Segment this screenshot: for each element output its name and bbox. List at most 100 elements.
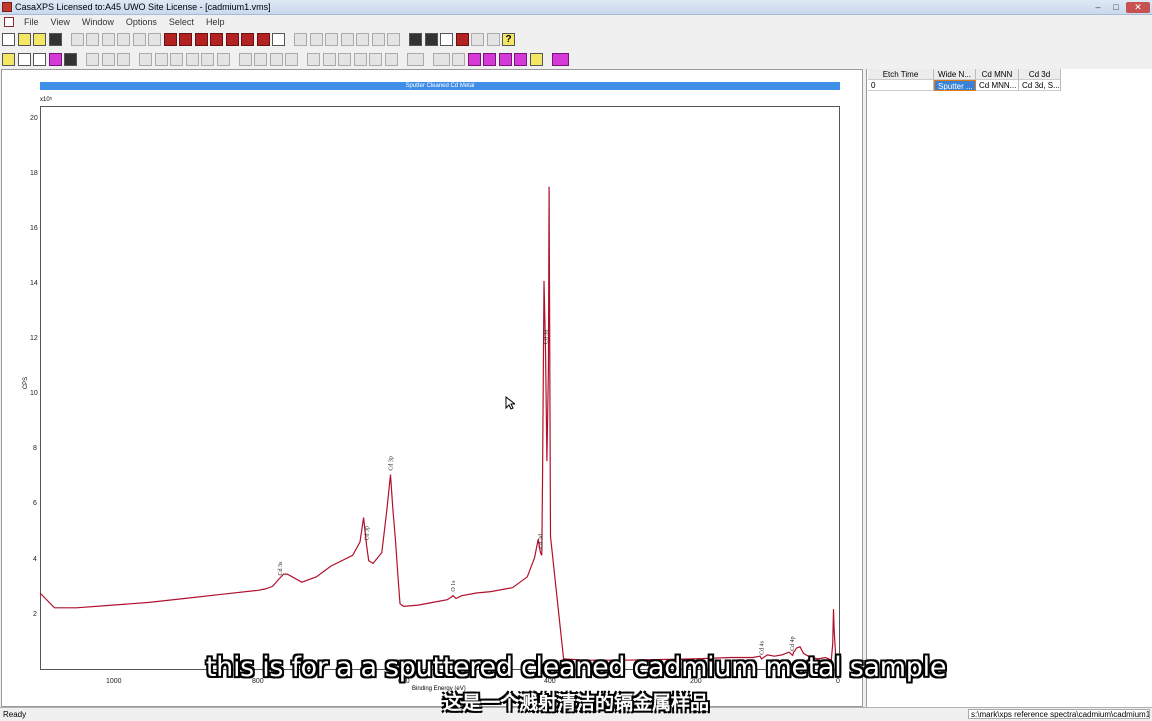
- peak-label: Cd 3d: [538, 534, 544, 549]
- peak-fit-3-icon[interactable]: [498, 52, 512, 66]
- contract-x-icon[interactable]: [185, 52, 199, 66]
- calculator-icon[interactable]: [409, 32, 422, 46]
- header-cd-3d[interactable]: Cd 3d: [1019, 69, 1061, 80]
- peak-mark-icon[interactable]: [238, 52, 252, 66]
- frame-icon[interactable]: [33, 52, 46, 66]
- cell-etch-time[interactable]: 0: [868, 80, 934, 91]
- copy-icon[interactable]: [70, 32, 84, 46]
- peak-label: Cd 3p: [389, 456, 395, 471]
- fit-step-icon[interactable]: [452, 52, 465, 66]
- layout-4-icon[interactable]: [369, 52, 382, 66]
- layout-3-icon[interactable]: [353, 52, 367, 66]
- color-icon[interactable]: [48, 52, 62, 66]
- menu-help[interactable]: Help: [200, 17, 231, 27]
- header-cd-mnn[interactable]: Cd MNN: [976, 69, 1019, 80]
- open-folder-icon[interactable]: [33, 32, 46, 46]
- save-icon[interactable]: [48, 32, 62, 46]
- zoom-out-icon[interactable]: [101, 52, 115, 66]
- minimize-button[interactable]: –: [1090, 2, 1106, 13]
- energy-scale-icon[interactable]: [269, 52, 283, 66]
- monitor-icon[interactable]: [424, 32, 438, 46]
- options-icon[interactable]: [486, 32, 500, 46]
- menu-file[interactable]: File: [18, 17, 45, 27]
- tile-window-icon[interactable]: [294, 32, 307, 46]
- draw-line-icon[interactable]: [356, 32, 369, 46]
- clipboard-icon[interactable]: [132, 32, 146, 46]
- help-icon[interactable]: ?: [502, 32, 515, 46]
- menu-select[interactable]: Select: [163, 17, 200, 27]
- cell-cd-mnn[interactable]: Cd MNN...: [976, 80, 1019, 91]
- display-icon[interactable]: [64, 52, 77, 66]
- paste-special-icon[interactable]: [117, 32, 130, 46]
- scroll-down-icon[interactable]: [216, 52, 230, 66]
- copy-all-icon[interactable]: [86, 32, 99, 46]
- peak-label: Cd 3s: [278, 561, 284, 576]
- subtitle-chinese: 这是一个溅射清洁的镉金属样品: [442, 692, 709, 714]
- annotation-icon[interactable]: [256, 32, 270, 46]
- spectrum-panel[interactable]: Sputter Cleaned Cd Metal x10⁵ CPS 20 18 …: [1, 69, 863, 707]
- window-title: CasaXPS Licensed to:A45 UWO Site License…: [15, 2, 271, 12]
- tile-icon[interactable]: [17, 52, 31, 66]
- new-file-icon[interactable]: [2, 32, 15, 46]
- offset-icon[interactable]: [340, 32, 354, 46]
- menu-bar: File View Window Options Select Help: [0, 15, 1152, 28]
- scroll-right-icon[interactable]: [154, 52, 168, 66]
- peak-fit-2-icon[interactable]: [483, 52, 496, 66]
- component-icon[interactable]: [514, 52, 527, 66]
- print-preview-icon[interactable]: [179, 32, 192, 46]
- layout-2-icon[interactable]: [338, 52, 351, 66]
- select-tile-icon[interactable]: [2, 52, 15, 66]
- view-toolbar: [2, 50, 571, 68]
- region-icon[interactable]: [551, 52, 569, 66]
- export-icon[interactable]: [194, 32, 208, 46]
- report-all-icon[interactable]: [241, 32, 254, 46]
- spectrum-line: [39, 186, 841, 668]
- document-icon[interactable]: [4, 16, 14, 27]
- processing-icon[interactable]: [471, 32, 484, 46]
- paste-icon[interactable]: [101, 32, 115, 46]
- cell-wide-selected[interactable]: Sputter ...: [934, 80, 976, 91]
- scroll-up-icon[interactable]: [201, 52, 214, 66]
- zoom-x-icon[interactable]: [117, 52, 130, 66]
- peak-fit-icon[interactable]: [467, 52, 481, 66]
- peak-list-icon[interactable]: [254, 52, 267, 66]
- experiment-browser: Etch Time Wide N... Cd MNN Cd 3d 0 Sputt…: [866, 69, 1152, 707]
- report-icon[interactable]: [225, 32, 239, 46]
- log-scale-icon[interactable]: [285, 52, 298, 66]
- periodic-table-icon[interactable]: [440, 32, 453, 46]
- quant-icon[interactable]: [529, 52, 543, 66]
- delete-icon[interactable]: [148, 32, 161, 46]
- peak-label: Cd 3d: [543, 330, 549, 345]
- expand-x-icon[interactable]: [170, 52, 183, 66]
- cell-cd-3d[interactable]: Cd 3d, S...: [1019, 80, 1061, 91]
- list-icon[interactable]: [387, 32, 400, 46]
- quantify-icon[interactable]: [455, 32, 469, 46]
- peak-label: O 1s: [451, 580, 457, 592]
- close-button[interactable]: ✕: [1126, 1, 1150, 13]
- peak-label: Cd 4p: [790, 636, 796, 651]
- export-all-icon[interactable]: [210, 32, 223, 46]
- block-table: Etch Time Wide N... Cd MNN Cd 3d 0 Sputt…: [868, 69, 1061, 91]
- main-toolbar: ?: [2, 30, 518, 48]
- menu-view[interactable]: View: [45, 17, 76, 27]
- cascade-window-icon[interactable]: [309, 32, 323, 46]
- header-wide[interactable]: Wide N...: [934, 69, 976, 80]
- layout-5-icon[interactable]: [384, 52, 398, 66]
- grid-icon[interactable]: [307, 52, 320, 66]
- mouse-cursor-icon: [505, 396, 515, 410]
- overlay-icon[interactable]: [325, 32, 338, 46]
- page-layout-icon[interactable]: [272, 32, 285, 46]
- menu-options[interactable]: Options: [120, 17, 163, 27]
- menu-window[interactable]: Window: [76, 17, 120, 27]
- print-icon[interactable]: [163, 32, 177, 46]
- residual-icon[interactable]: [406, 52, 424, 66]
- layout-1-icon[interactable]: [322, 52, 336, 66]
- zoom-in-icon[interactable]: [86, 52, 99, 66]
- maximize-button[interactable]: □: [1108, 2, 1124, 13]
- open-file-icon[interactable]: [17, 32, 31, 46]
- scroll-left-icon[interactable]: [139, 52, 152, 66]
- header-etch-time[interactable]: Etch Time: [868, 69, 934, 80]
- scale-icon[interactable]: [371, 32, 385, 46]
- spectrum-chart: Cd 3dCd 3dCd 3pCd 3pCd 3sO 1sCd 4s Cd 4p: [39, 186, 841, 668]
- fit-icon[interactable]: [432, 52, 450, 66]
